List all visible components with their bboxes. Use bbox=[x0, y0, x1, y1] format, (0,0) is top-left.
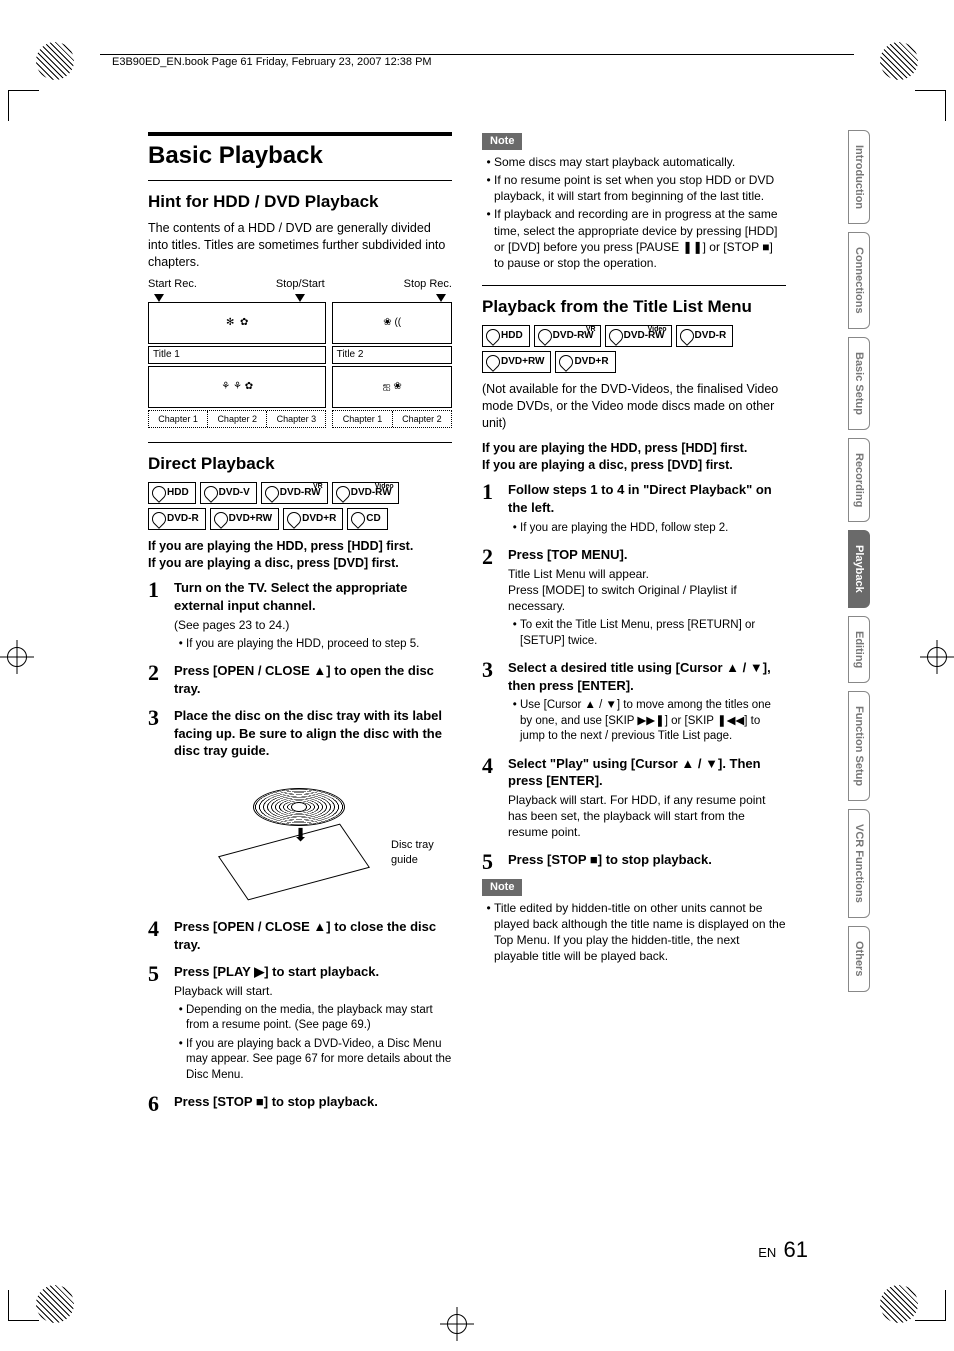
note-label: Note bbox=[482, 879, 522, 896]
media-badge: DVD-R bbox=[148, 508, 206, 530]
step-item: Turn on the TV. Select the appropriate e… bbox=[148, 579, 452, 652]
registration-mark-icon bbox=[440, 1307, 474, 1341]
diagram-chapter-row: Chapter 1 Chapter 2 Chapter 3 bbox=[148, 410, 326, 428]
section-tabs: Introduction Connections Basic Setup Record… bbox=[848, 130, 896, 1000]
header-rule bbox=[100, 54, 854, 55]
section-tab[interactable]: Playback bbox=[848, 530, 870, 608]
section-tab[interactable]: Connections bbox=[848, 232, 870, 329]
media-badge: DVD+R bbox=[555, 351, 615, 373]
footer-lang: EN bbox=[758, 1245, 776, 1260]
diagram-thumbnail: ஐ ❀ bbox=[332, 366, 452, 408]
section-tab[interactable]: Function Setup bbox=[848, 691, 870, 801]
step-item: Press [STOP ■] to stop playback. bbox=[148, 1093, 452, 1111]
media-badge: DVD-RWVR bbox=[534, 325, 601, 347]
section-rule bbox=[148, 442, 452, 443]
triangle-down-icon bbox=[295, 294, 305, 302]
note-item: Title edited by hidden-title on other un… bbox=[494, 900, 786, 965]
step-item: Press [OPEN / CLOSE ▲] to open the disc … bbox=[148, 662, 452, 697]
media-badge: DVD-RWVideo bbox=[332, 482, 399, 504]
left-column: Basic Playback Hint for HDD / DVD Playba… bbox=[148, 132, 452, 1121]
diagram-arrows bbox=[148, 294, 452, 302]
step-item: Select "Play" using [Cursor ▲ / ▼]. Then… bbox=[482, 755, 786, 841]
paren-note: (Not available for the DVD-Videos, the f… bbox=[482, 381, 786, 432]
section-heading-hint: Hint for HDD / DVD Playback bbox=[148, 191, 452, 214]
media-badge: HDD bbox=[148, 482, 196, 504]
step-item: Place the disc on the disc tray with its… bbox=[148, 707, 452, 908]
diagram-labels: Start Rec. Stop/Start Stop Rec. bbox=[148, 277, 452, 292]
diagram-chapter-row: Chapter 1 Chapter 2 bbox=[332, 410, 452, 428]
note-item: If playback and recording are in progres… bbox=[494, 206, 786, 271]
disc-tray-illustration: ⬇Disc tray guide bbox=[223, 768, 403, 908]
section-tab[interactable]: Editing bbox=[848, 616, 870, 683]
bold-hint: If you are playing the HDD, press [HDD] … bbox=[148, 538, 452, 572]
section-tab[interactable]: Introduction bbox=[848, 130, 870, 224]
media-badges: HDDDVD-RWVRDVD-RWVideoDVD-R DVD+RWDVD+R bbox=[482, 325, 786, 373]
section-tab[interactable]: Basic Setup bbox=[848, 337, 870, 430]
crop-mark-icon bbox=[8, 90, 39, 121]
registration-mark-icon bbox=[920, 640, 954, 674]
step-item: Select a desired title using [Cursor ▲ /… bbox=[482, 659, 786, 745]
content-area: Basic Playback Hint for HDD / DVD Playba… bbox=[148, 132, 786, 1121]
note-label: Note bbox=[482, 133, 522, 150]
section-rule bbox=[482, 285, 786, 286]
title-rule bbox=[148, 132, 452, 136]
diagram-thumbnail: ⚘ ⚘ ✿ bbox=[148, 366, 326, 408]
media-badge: DVD-R bbox=[676, 325, 734, 347]
title-chapter-diagram: ✻ ✿ ❀ (( Title 1 Title 2 ⚘ ⚘ ✿ ஐ ❀ Chapt… bbox=[148, 302, 452, 428]
section-heading-direct: Direct Playback bbox=[148, 453, 452, 476]
page-footer: EN 61 bbox=[148, 1237, 808, 1263]
media-badge: HDD bbox=[482, 325, 530, 347]
note-item: If no resume point is set when you stop … bbox=[494, 172, 786, 204]
step-item: Press [TOP MENU].Title List Menu will ap… bbox=[482, 546, 786, 649]
media-badge: DVD+RW bbox=[482, 351, 551, 373]
book-header-info: E3B90ED_EN.book Page 61 Friday, February… bbox=[112, 56, 432, 68]
triangle-down-icon bbox=[154, 294, 164, 302]
corner-hatch-icon bbox=[36, 1285, 74, 1323]
section-tab[interactable]: Recording bbox=[848, 438, 870, 522]
right-column: Note Some discs may start playback autom… bbox=[482, 132, 786, 1121]
footer-page-number: 61 bbox=[784, 1237, 808, 1262]
diagram-title-cell: Title 1 bbox=[148, 346, 326, 364]
media-badge: DVD-V bbox=[200, 482, 257, 504]
manual-page: E3B90ED_EN.book Page 61 Friday, February… bbox=[0, 0, 954, 1351]
diagram-title-cell: Title 2 bbox=[332, 346, 452, 364]
page-title: Basic Playback bbox=[148, 140, 452, 172]
section-tab[interactable]: VCR Functions bbox=[848, 809, 870, 918]
crop-mark-icon bbox=[915, 1290, 946, 1321]
titlelist-steps: Follow steps 1 to 4 in "Direct Playback"… bbox=[482, 481, 786, 868]
intro-text: The contents of a HDD / DVD are generall… bbox=[148, 220, 452, 271]
diagram-thumbnail: ❀ (( bbox=[332, 302, 452, 344]
diagram-thumbnail: ✻ ✿ bbox=[148, 302, 326, 344]
media-badge: DVD+R bbox=[283, 508, 343, 530]
media-badge: CD bbox=[347, 508, 387, 530]
section-tab[interactable]: Others bbox=[848, 926, 870, 991]
registration-mark-icon bbox=[0, 640, 34, 674]
bold-hint: If you are playing the HDD, press [HDD] … bbox=[482, 440, 786, 474]
section-heading-titlelist: Playback from the Title List Menu bbox=[482, 296, 786, 319]
note-list: Title edited by hidden-title on other un… bbox=[482, 900, 786, 965]
section-rule bbox=[148, 180, 452, 181]
media-badges: HDDDVD-VDVD-RWVRDVD-RWVideo DVD-RDVD+RWDV… bbox=[148, 482, 452, 530]
corner-hatch-icon bbox=[880, 1285, 918, 1323]
media-badge: DVD-RWVideo bbox=[605, 325, 672, 347]
corner-hatch-icon bbox=[880, 42, 918, 80]
media-badge: DVD+RW bbox=[210, 508, 279, 530]
step-item: Press [OPEN / CLOSE ▲] to close the disc… bbox=[148, 918, 452, 953]
corner-hatch-icon bbox=[36, 42, 74, 80]
media-badge: DVD-RWVR bbox=[261, 482, 328, 504]
crop-mark-icon bbox=[915, 90, 946, 121]
step-item: Follow steps 1 to 4 in "Direct Playback"… bbox=[482, 481, 786, 536]
note-list: Some discs may start playback automatica… bbox=[482, 154, 786, 271]
step-item: Press [STOP ■] to stop playback. bbox=[482, 851, 786, 869]
note-item: Some discs may start playback automatica… bbox=[494, 154, 786, 170]
direct-playback-steps: Turn on the TV. Select the appropriate e… bbox=[148, 579, 452, 1110]
triangle-down-icon bbox=[436, 294, 446, 302]
crop-mark-icon bbox=[8, 1290, 39, 1321]
step-item: Press [PLAY ▶] to start playback.Playbac… bbox=[148, 963, 452, 1083]
